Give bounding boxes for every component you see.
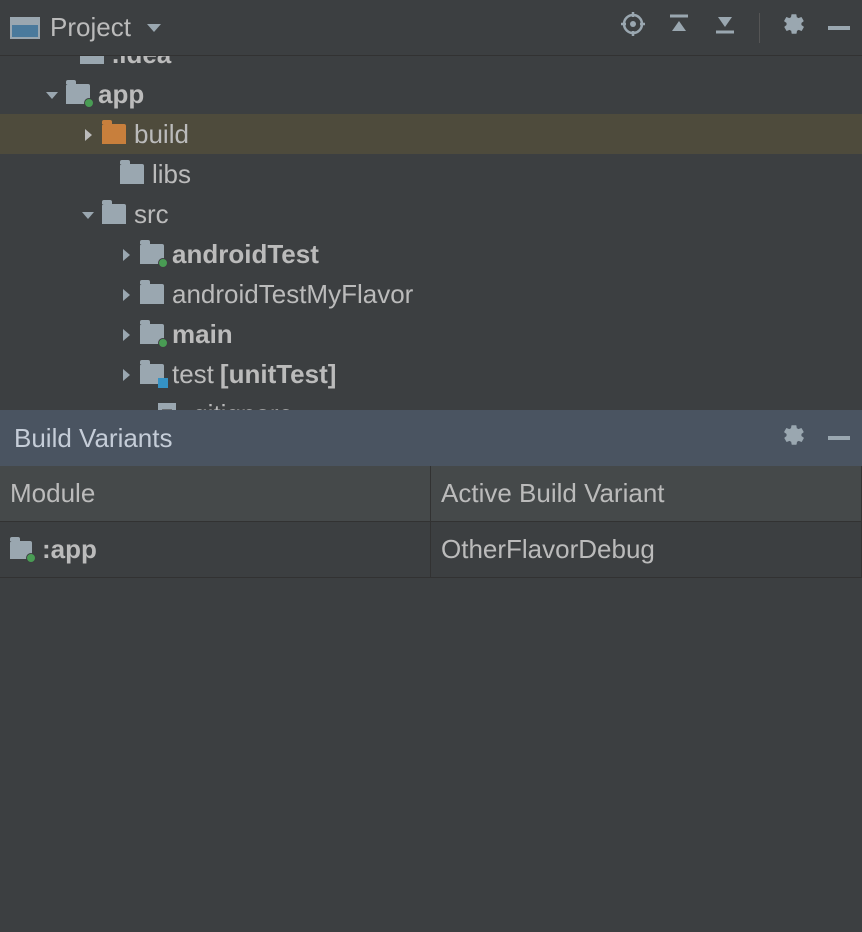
dropdown-icon[interactable] (147, 24, 161, 32)
source-folder-icon (140, 244, 164, 264)
tree-label: .gitignore (186, 399, 293, 411)
tree-row-idea[interactable]: .idea (0, 56, 862, 74)
project-titlebar: Project (0, 0, 862, 56)
expand-all-icon[interactable] (667, 12, 691, 43)
target-icon[interactable] (621, 12, 645, 43)
folder-icon (80, 56, 104, 64)
hide-icon[interactable] (828, 26, 850, 30)
chevron-down-icon[interactable] (80, 199, 100, 230)
separator (759, 13, 760, 43)
chevron-right-icon[interactable] (118, 279, 138, 310)
tree-label: main (172, 319, 233, 350)
folder-icon (102, 204, 126, 224)
folder-icon (140, 284, 164, 304)
tree-label: test (172, 359, 214, 390)
title-actions (621, 12, 850, 43)
empty-area (0, 578, 862, 932)
table-cell-module[interactable]: :app (0, 522, 431, 578)
gear-icon[interactable] (782, 12, 806, 43)
project-view-icon (10, 17, 40, 39)
tree-label: build (134, 119, 189, 150)
build-folder-icon (102, 124, 126, 144)
chevron-right-icon[interactable] (118, 359, 138, 390)
tree-label-suffix: [unitTest] (220, 359, 337, 390)
chevron-right-icon[interactable] (118, 239, 138, 270)
table-cell-variant[interactable]: OtherFlavorDebug (431, 522, 862, 578)
tree-label: app (98, 79, 144, 110)
tree-row-androidtestmyflavor[interactable]: androidTestMyFlavor (0, 274, 862, 314)
project-title: Project (50, 12, 131, 43)
tree-label: androidTest (172, 239, 319, 270)
variant-name: OtherFlavorDebug (441, 534, 655, 564)
chevron-down-icon[interactable] (44, 79, 64, 110)
tree-label: src (134, 199, 169, 230)
table-header-module: Module (0, 466, 431, 522)
tree-label: .idea (112, 56, 171, 70)
tree-row-androidtest[interactable]: androidTest (0, 234, 862, 274)
tree-row-test[interactable]: test [unitTest] (0, 354, 862, 394)
tree-row-main[interactable]: main (0, 314, 862, 354)
chevron-right-icon[interactable] (80, 119, 100, 150)
gear-icon[interactable] (782, 423, 806, 454)
test-folder-icon (140, 364, 164, 384)
module-folder-icon (66, 84, 90, 104)
tree-row-gitignore[interactable]: .gitignore (0, 394, 862, 410)
file-icon (158, 403, 176, 410)
folder-icon (120, 164, 144, 184)
module-folder-icon (10, 541, 32, 559)
build-variants-header: Build Variants (0, 410, 862, 466)
project-tree[interactable]: .idea app build libs (0, 56, 862, 410)
tree-row-libs[interactable]: libs (0, 154, 862, 194)
project-title-group[interactable]: Project (10, 12, 621, 43)
build-variants-table: Module Active Build Variant :app OtherFl… (0, 466, 862, 578)
tree-row-src[interactable]: src (0, 194, 862, 234)
table-header-variant: Active Build Variant (431, 466, 862, 522)
tree-label: androidTestMyFlavor (172, 279, 413, 310)
hide-icon[interactable] (828, 436, 850, 440)
module-name: :app (42, 534, 97, 565)
chevron-right-icon[interactable] (118, 319, 138, 350)
tree-row-app[interactable]: app (0, 74, 862, 114)
tree-label: libs (152, 159, 191, 190)
source-folder-icon (140, 324, 164, 344)
collapse-all-icon[interactable] (713, 12, 737, 43)
tree-row-build[interactable]: build (0, 114, 862, 154)
build-variants-title: Build Variants (14, 423, 173, 454)
